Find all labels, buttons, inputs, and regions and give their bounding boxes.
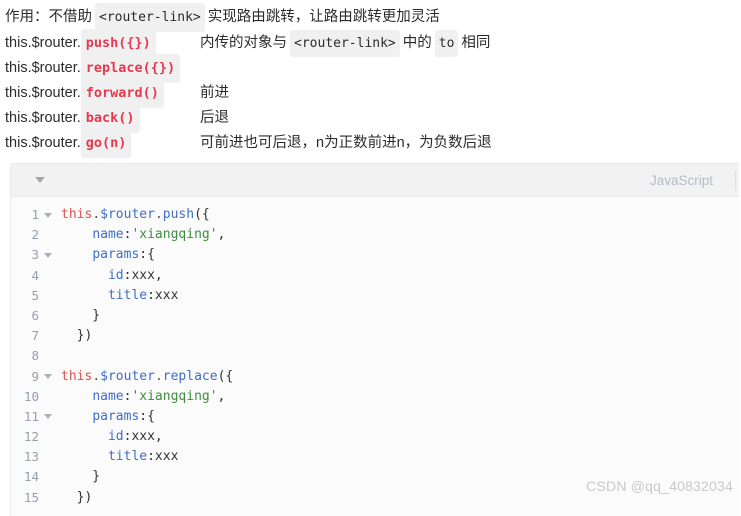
code-line: 6 }	[11, 306, 739, 326]
code-line: 1 this.$router.push({	[11, 205, 739, 225]
desc-middle: 中的	[402, 35, 432, 51]
code-line-text: this.$router.replace({	[61, 368, 234, 384]
desc-inline-code-to: to	[434, 30, 459, 57]
receiver-label: this.$router.	[5, 85, 81, 101]
code-line: 8	[11, 346, 739, 366]
code-line: 7 })	[11, 326, 739, 346]
notes-section: 作用：不借助 <router-link> 实现路由跳转，让路由跳转更加灵活 th…	[0, 0, 741, 158]
code-line-text: name:'xiangqing',	[92, 388, 226, 404]
fold-triangle-icon[interactable]	[39, 252, 57, 258]
api-row-push: this.$router. push({}) 内传的对象与 <router-li…	[5, 29, 741, 58]
intro-suffix: 实现路由跳转，让路由跳转更加灵活	[207, 9, 440, 25]
line-number: 1	[31, 207, 39, 222]
receiver-label: this.$router.	[5, 110, 81, 126]
api-row-go: this.$router. go(n) 可前进也可后退，n为正数前进n，为负数后…	[5, 129, 741, 158]
api-row-go-desc: 可前进也可后退，n为正数前进n，为负数后退	[200, 135, 492, 151]
code-line-text: id:xxx,	[107, 429, 163, 445]
code-line-text: title:xxx	[107, 287, 179, 303]
api-row-push-desc: 内传的对象与 <router-link> 中的 to 相同	[200, 30, 490, 57]
line-number: 11	[23, 408, 39, 424]
code-line: 12 id:xxx,	[11, 427, 739, 447]
code-line-text: params:{	[92, 408, 155, 424]
fold-triangle-icon[interactable]	[39, 212, 57, 218]
code-line-text: params:{	[92, 247, 155, 263]
code-line: 5 title:xxx	[11, 286, 739, 306]
line-number: 8	[31, 348, 39, 364]
code-line-text: name:'xiangqing',	[92, 227, 226, 243]
csdn-watermark: CSDN @qq_40832034	[586, 478, 733, 494]
fold-triangle-icon[interactable]	[39, 374, 57, 380]
code-line: 11 params:{	[11, 407, 739, 427]
api-row-back-desc: 后退	[200, 110, 229, 126]
code-line: 13 title:xxx	[11, 447, 739, 467]
line-number: 5	[31, 287, 39, 303]
code-block: JavaScript 1 this.$router.push({ 2 name:'x…	[10, 163, 739, 516]
code-line: 9 this.$router.replace({	[11, 367, 739, 387]
triangle-down-icon[interactable]	[35, 177, 45, 183]
code-line: 10 name:'xiangqing',	[11, 387, 739, 407]
code-line-text: this.$router.push({	[61, 207, 210, 222]
code-line: 3 params:{	[11, 245, 739, 265]
api-row-go-left: this.$router. go(n)	[5, 129, 200, 158]
line-number: 10	[23, 388, 39, 404]
api-row-back: this.$router. back() 后退	[5, 104, 741, 133]
code-line-text: title:xxx	[107, 449, 179, 465]
code-line-text: }	[61, 469, 101, 485]
code-line-text: }	[61, 307, 101, 323]
intro-prefix: 作用：不借助	[5, 9, 92, 25]
line-number: 6	[31, 307, 39, 323]
code-line-text: })	[61, 328, 93, 344]
receiver-label: this.$router.	[5, 135, 81, 151]
code-line-text: id:xxx,	[107, 267, 163, 283]
line-number: 15	[23, 489, 39, 505]
intro-inline-code: <router-link>	[95, 3, 205, 32]
code-line: 2 name:'xiangqing',	[11, 225, 739, 245]
fold-triangle-icon[interactable]	[39, 414, 57, 420]
desc-prefix: 内传的对象与	[200, 35, 287, 51]
code-line-text: })	[61, 489, 93, 505]
api-row-forward-desc: 前进	[200, 85, 229, 101]
receiver-label: this.$router.	[5, 60, 81, 76]
desc-inline-code-routerlink: <router-link>	[290, 30, 400, 57]
api-row-forward: this.$router. forward() 前进	[5, 79, 741, 108]
code-line: 4 id:xxx,	[11, 266, 739, 286]
intro-line: 作用：不借助 <router-link> 实现路由跳转，让路由跳转更加灵活	[5, 3, 741, 32]
line-number: 7	[31, 328, 39, 344]
line-number: 2	[31, 227, 39, 243]
desc-suffix: 相同	[461, 35, 491, 51]
code-language-label: JavaScript	[649, 172, 713, 188]
line-number: 4	[31, 267, 39, 283]
code-editor-body[interactable]: 1 this.$router.push({2 name:'xiangqing', 3…	[11, 197, 739, 516]
line-number: 12	[23, 429, 39, 445]
line-number: 9	[31, 368, 39, 384]
line-number: 3	[31, 247, 39, 263]
code-block-header: JavaScript	[11, 164, 739, 197]
line-number: 13	[23, 449, 39, 465]
line-number: 14	[23, 469, 39, 485]
api-badge-go: go(n)	[80, 129, 132, 158]
receiver-label: this.$router.	[5, 35, 81, 51]
api-row-replace: this.$router. replace({})	[5, 54, 741, 83]
header-divider	[735, 171, 736, 191]
